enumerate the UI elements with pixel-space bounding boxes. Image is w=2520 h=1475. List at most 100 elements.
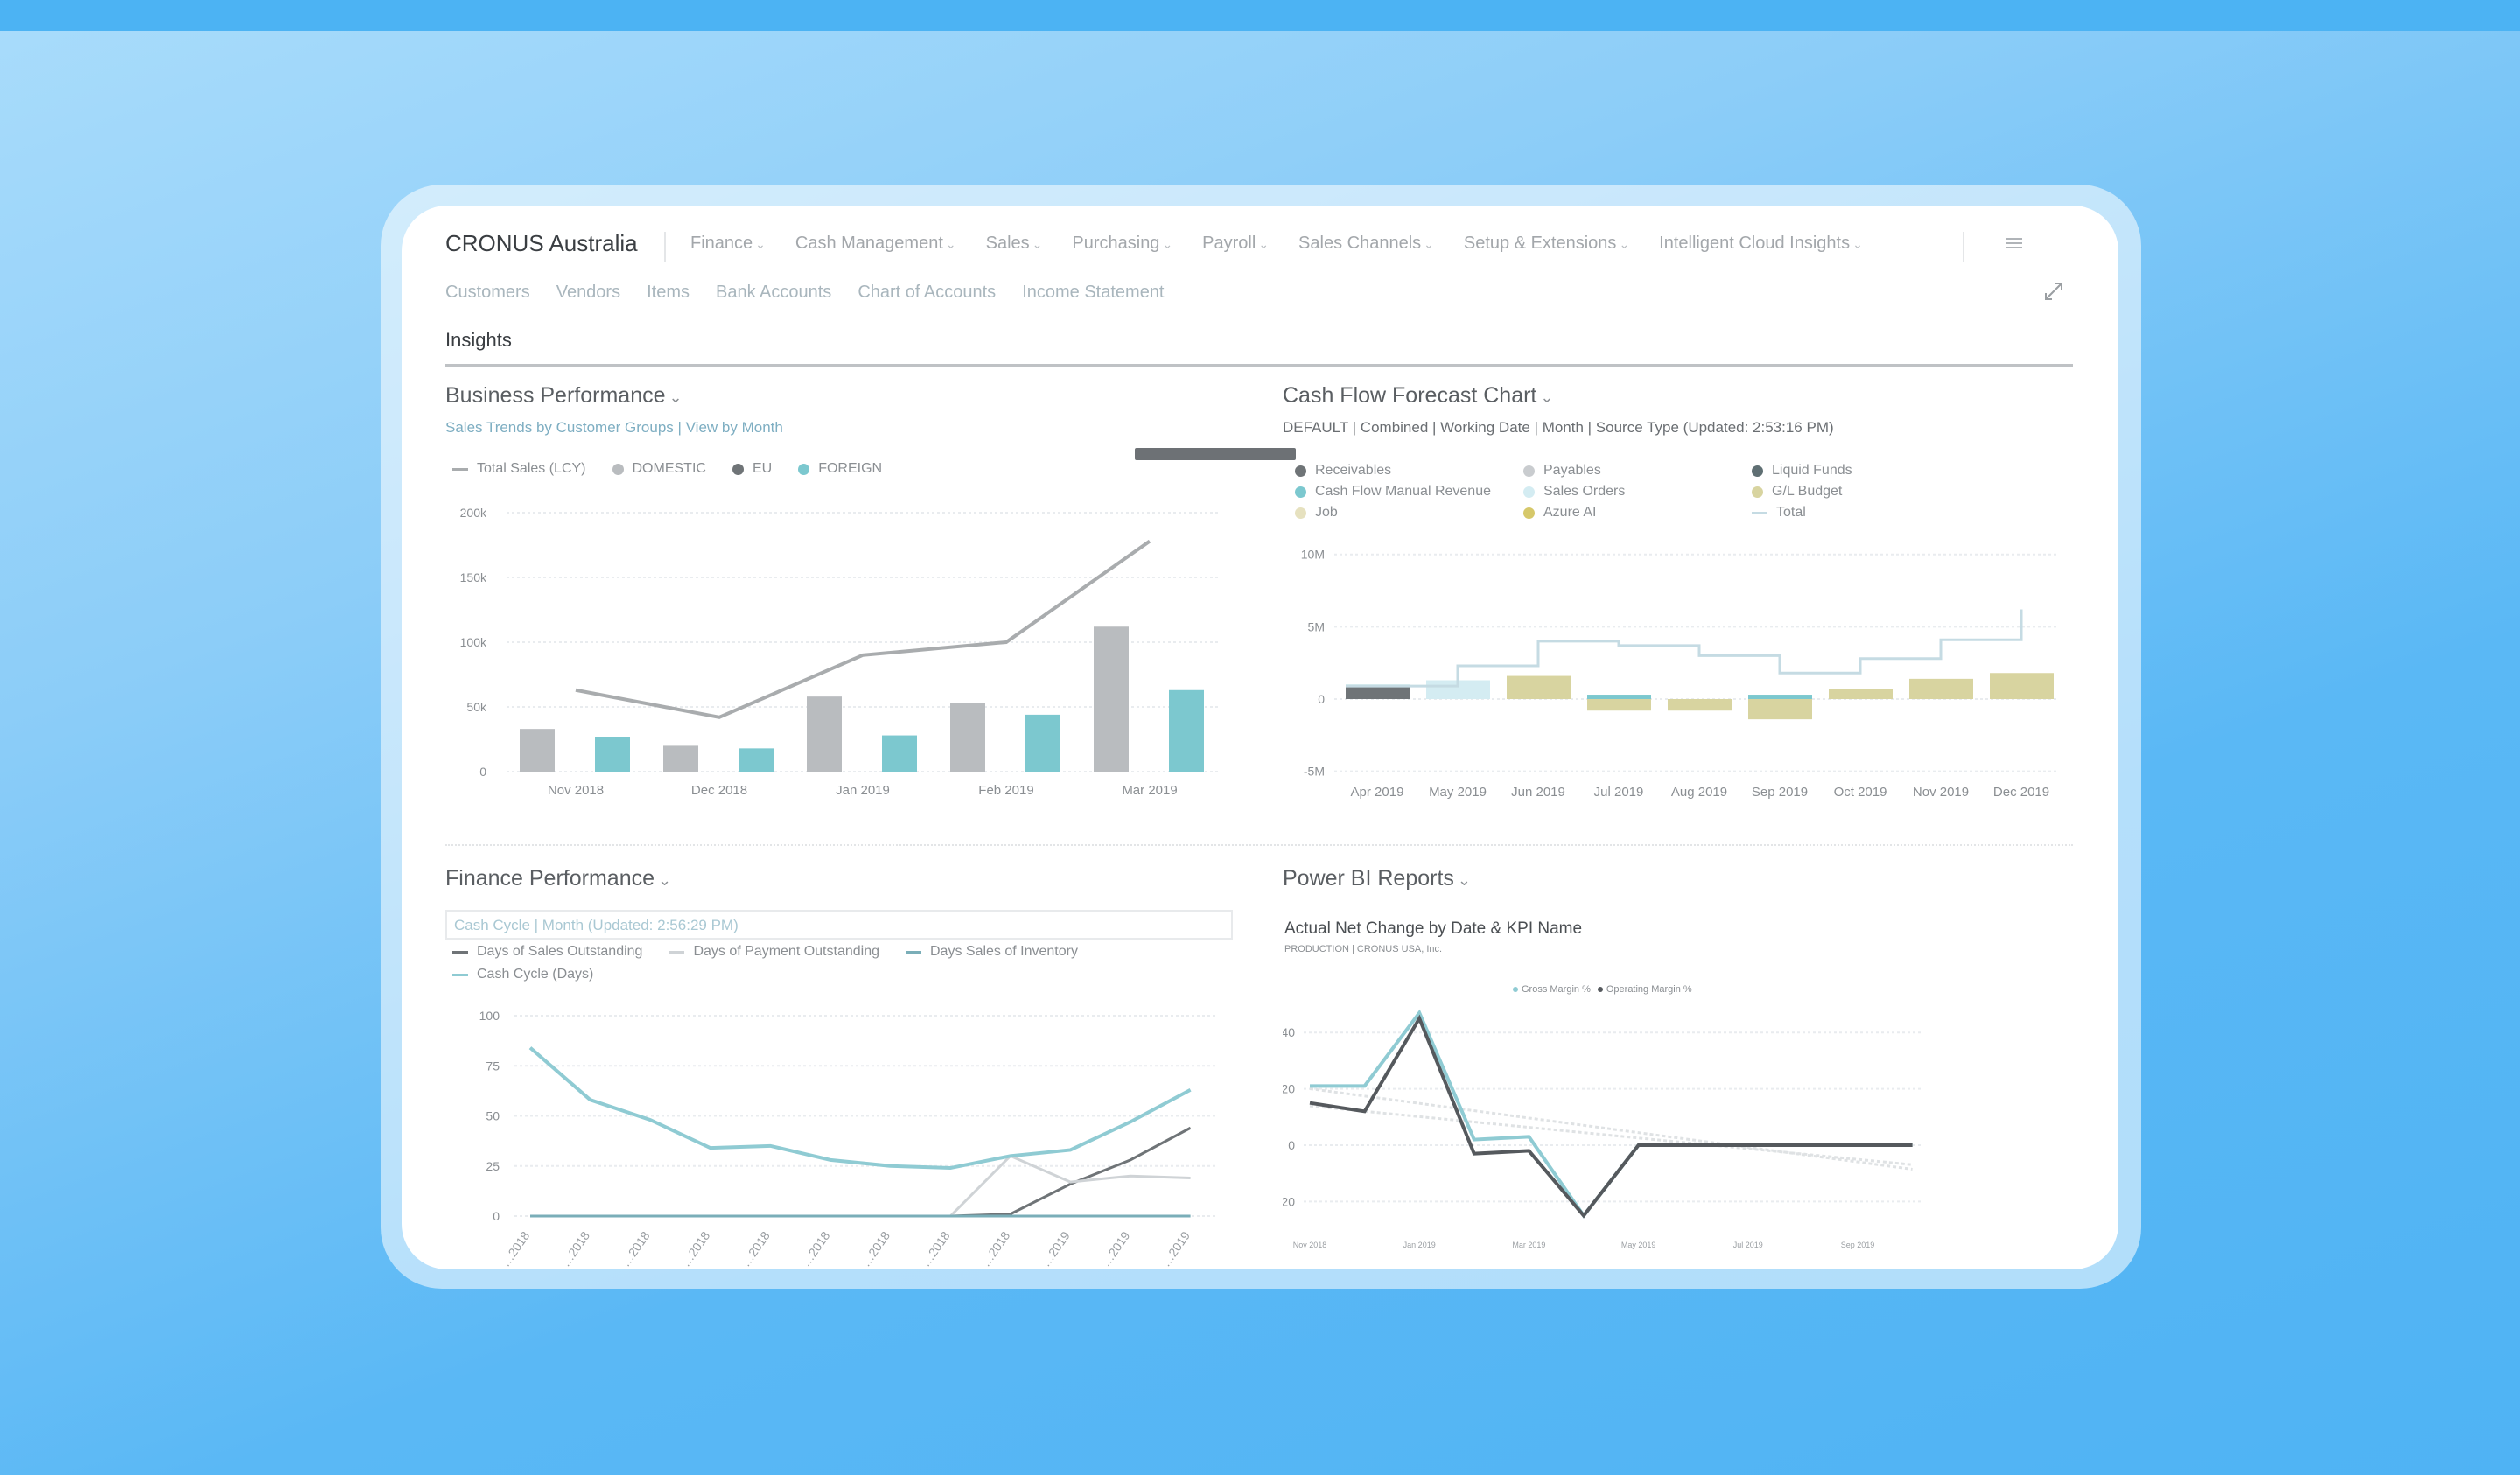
legend-dot-icon [612,463,624,475]
legend-item[interactable]: DOMESTIC [612,461,706,477]
line-days-of-payment-outstanding[interactable] [530,1154,1191,1218]
bar-domestic[interactable] [807,696,842,772]
line-operating-margin[interactable] [1309,1014,1913,1219]
line-total-sales[interactable] [575,539,1152,719]
nav-item-intelligent-cloud-insights[interactable]: Intelligent Cloud Insights ⌄ [1659,234,1863,254]
panel-title: Power BI Reports [1283,866,1454,891]
legend-item[interactable]: Payables [1523,463,1752,479]
x-tick-label: Apr 2019 [1351,785,1404,800]
link-items[interactable]: Items [647,283,690,303]
bar-g-l-budget[interactable] [1829,689,1893,699]
nav-item-setup-extensions[interactable]: Setup & Extensions ⌄ [1464,234,1629,254]
x-tick-label: Sep 2019 [1841,1241,1875,1249]
link-bank-accounts[interactable]: Bank Accounts [716,283,831,303]
list-icon[interactable] [2005,234,2024,257]
legend-label: Cash Flow Manual Revenue [1315,484,1491,499]
legend-item[interactable]: Receivables [1295,463,1523,479]
bar-g-l-budget[interactable] [1507,675,1571,699]
row-divider [445,844,2073,846]
line-total[interactable] [1346,609,2023,688]
nav-item-sales[interactable]: Sales ⌄ [986,234,1043,254]
legend-item[interactable]: Cash Cycle (Days) [452,967,593,982]
chevron-down-icon: ⌄ [1852,237,1863,251]
x-tick-label: …2018 [558,1228,592,1269]
x-tick-label: Aug 2019 [1671,785,1727,800]
legend-label: Days of Sales Outstanding [477,944,643,959]
x-tick-label: Mar 2019 [1512,1241,1545,1249]
report-subtitle: PRODUCTION | CRONUS USA, Inc. [1284,944,1443,954]
y-tick-label: 0 [493,1209,500,1223]
cash-flow-title[interactable]: Cash Flow Forecast Chart ⌄ [1283,383,1553,409]
nav-item-sales-channels[interactable]: Sales Channels ⌄ [1298,234,1434,254]
legend-label: EU [752,461,773,476]
bar-foreign[interactable] [1169,689,1204,772]
power-bi-title[interactable]: Power BI Reports ⌄ [1283,866,1471,891]
expand-icon[interactable] [2043,281,2064,306]
legend-item[interactable]: G/L Budget [1752,484,1980,500]
bar-receivables[interactable] [1346,686,1410,699]
power-bi-chart[interactable]: -20 0 20 40 Nov 2018 Jan 2019 Mar 2019 May 2019… [1283,980,1983,1260]
section-separator [445,364,2073,367]
bar-domestic[interactable] [663,745,698,772]
bar-cash-flow-manual-revenue[interactable] [1748,695,1812,699]
business-performance-subtitle[interactable]: Sales Trends by Customer Groups | View b… [445,419,783,437]
bar-foreign[interactable] [882,735,917,772]
x-tick-label: …2019 [1039,1228,1073,1269]
bar-domestic[interactable] [950,703,985,772]
link-income-statement[interactable]: Income Statement [1022,283,1164,303]
cash-flow-chart[interactable]: -5M 0 5M 10M Apr 2019 May 2019 Jun 2019 Jul 201… [1283,542,2070,805]
legend-item[interactable]: Total Sales (LCY) [452,461,586,477]
legend-dot-icon [1523,507,1535,519]
bar-foreign[interactable] [595,737,630,772]
bar-g-l-budget[interactable] [1587,699,1651,711]
divider [1963,232,1964,262]
business-performance-chart[interactable]: 0 50k 100k 150k 200k Nov 2018 Dec 2018 Jan 2019… [445,499,1233,805]
legend-label: Azure AI [1544,505,1597,520]
link-vendors[interactable]: Vendors [556,283,620,303]
y-tick-label: 75 [486,1059,500,1073]
finance-subtitle-box[interactable]: Cash Cycle | Month (Updated: 2:56:29 PM) [445,910,1233,940]
y-tick-label: 40 [1283,1025,1295,1039]
legend-item[interactable]: Days of Payment Outstanding [668,944,879,960]
legend-dot-icon [732,463,744,475]
bar-cash-flow-manual-revenue[interactable] [1587,695,1651,699]
bar-domestic[interactable] [520,729,555,772]
x-tick-label: …2019 [1158,1228,1193,1269]
bar-g-l-budget[interactable] [1909,678,1973,699]
legend-item[interactable]: EU [732,461,772,477]
line-gross-margin[interactable] [1310,1009,1913,1219]
link-customers[interactable]: Customers [445,283,530,303]
nav-item-purchasing[interactable]: Purchasing ⌄ [1072,234,1172,254]
nav-label: Setup & Extensions [1463,234,1617,253]
legend-item[interactable]: Liquid Funds [1752,463,1980,479]
nav-item-cash-management[interactable]: Cash Management ⌄ [795,234,956,254]
bar-domestic[interactable] [1094,626,1129,772]
legend-item[interactable]: Cash Flow Manual Revenue [1295,484,1523,500]
legend-item[interactable]: Azure AI [1523,505,1752,521]
nav-item-payroll[interactable]: Payroll ⌄ [1202,234,1269,254]
finance-performance-title[interactable]: Finance Performance ⌄ [445,866,671,891]
legend-item[interactable]: Total [1752,505,1980,521]
legend-item[interactable]: Days of Sales Outstanding [452,944,642,960]
x-tick-label: …2018 [858,1228,892,1269]
legend-item[interactable]: FOREIGN [798,461,882,477]
legend-item[interactable]: Days Sales of Inventory [906,944,1078,960]
panel-title: Finance Performance [445,866,655,891]
legend-dot-icon [1523,465,1535,477]
company-name[interactable]: CRONUS Australia [445,230,638,257]
link-chart-of-accounts[interactable]: Chart of Accounts [858,283,996,303]
bar-foreign[interactable] [738,748,774,772]
bar-foreign[interactable] [1026,714,1060,772]
legend-item[interactable]: Sales Orders [1523,484,1752,500]
business-performance-title[interactable]: Business Performance ⌄ [445,383,682,409]
bar-g-l-budget[interactable] [1748,699,1812,720]
legend-item[interactable]: Job [1295,505,1523,521]
nav-item-finance[interactable]: Finance ⌄ [690,234,766,254]
line-cash-cycle-days[interactable] [528,1046,1192,1171]
chevron-down-icon: ⌄ [945,237,956,251]
bar-g-l-budget[interactable] [1990,673,2054,699]
finance-performance-chart[interactable]: 0 25 50 75 100 …2018 …2018 …2018 …2018 …2018 …2018… [445,1006,1233,1269]
x-tick-label: …2018 [498,1228,532,1269]
chevron-down-icon: ⌄ [1457,871,1472,889]
bar-g-l-budget[interactable] [1668,699,1732,711]
